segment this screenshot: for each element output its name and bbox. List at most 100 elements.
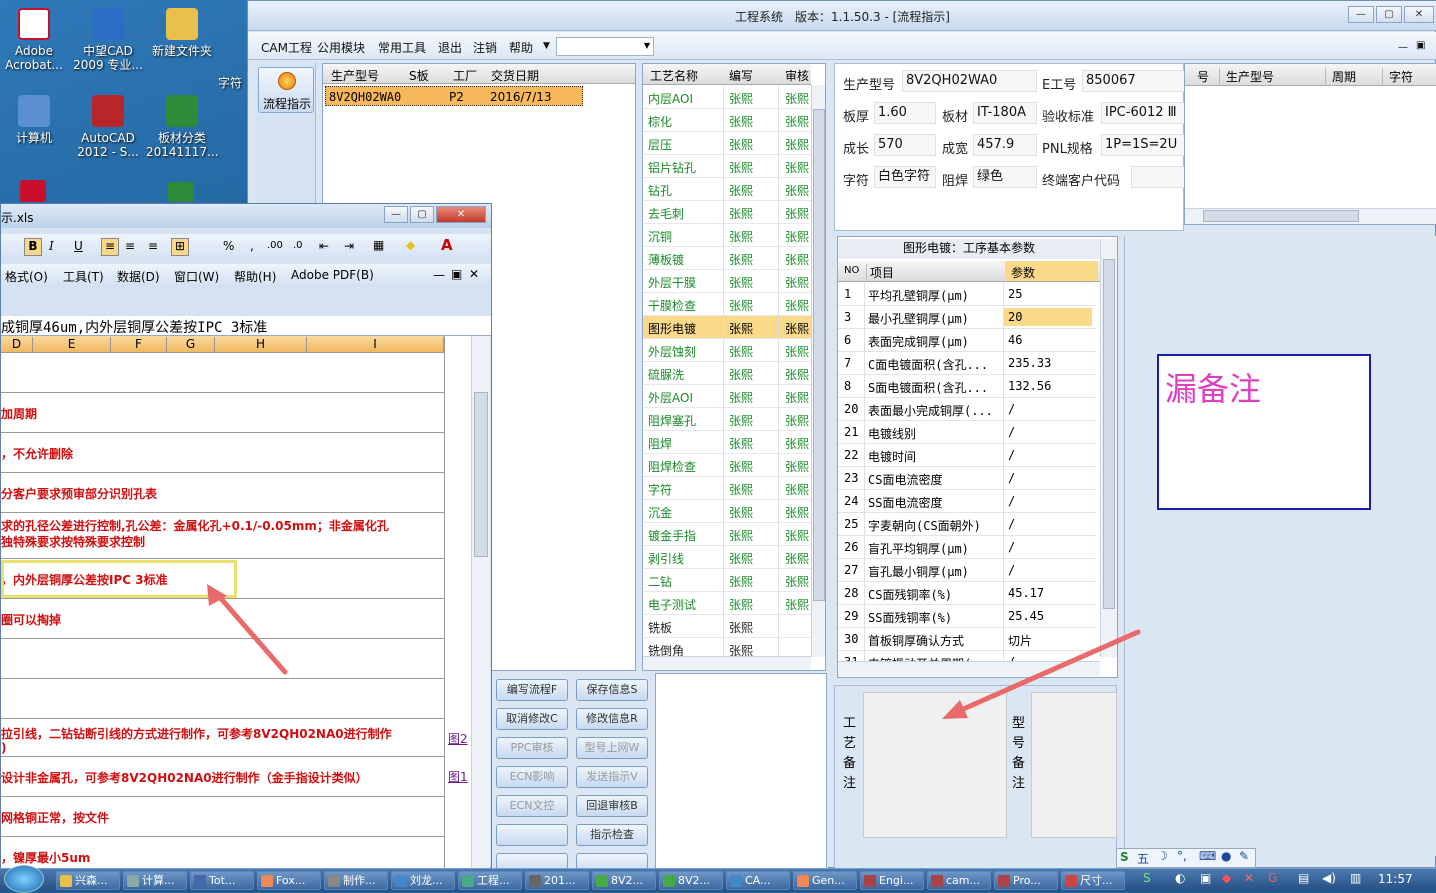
param-row[interactable]: 29 SS面残铜率(%) 25.45 xyxy=(838,605,1096,628)
align-right-button[interactable]: ≡ xyxy=(148,239,158,253)
decrease-indent-button[interactable]: ⇤ xyxy=(319,239,329,253)
process-row[interactable]: 剥引线 张熙 张熙 xyxy=(643,546,811,569)
column-header[interactable]: F xyxy=(111,337,167,353)
underline-button[interactable]: U xyxy=(74,239,83,253)
link-fig1[interactable]: 图1 xyxy=(448,768,468,785)
tray-icon[interactable]: ◐ xyxy=(1175,871,1185,885)
keyboard-icon[interactable]: ⌨ xyxy=(1199,849,1216,863)
excel-scrollbar[interactable] xyxy=(471,336,490,869)
moon-icon[interactable]: ☽ xyxy=(1157,849,1168,863)
process-row[interactable]: 去毛刺 张熙 张熙 xyxy=(643,201,811,224)
scroll-thumb[interactable] xyxy=(1203,210,1359,222)
process-row[interactable]: 外层AOI 张熙 张熙 xyxy=(643,385,811,408)
mdi-restore-button[interactable]: ▣ xyxy=(1416,40,1425,51)
sheet-row[interactable]: 设计非金属孔，可参考8V2QH02NA0进行制作（金手指设计类似） xyxy=(1,757,444,797)
sheet-row[interactable]: 加周期 xyxy=(1,393,444,433)
param-row[interactable]: 6 表面完成铜厚(μm) 46 xyxy=(838,329,1096,352)
param-row[interactable]: 27 盲孔最小铜厚(μm) / xyxy=(838,559,1096,582)
link-fig2[interactable]: 图2 xyxy=(448,730,468,747)
menu-cam[interactable]: CAM工程 xyxy=(261,39,312,56)
col-param[interactable]: 参数 xyxy=(1005,261,1098,281)
network-icon[interactable]: ▤ xyxy=(1298,871,1309,885)
fill-color-button[interactable]: ◆ xyxy=(406,238,415,252)
volume-icon[interactable]: ◀) xyxy=(1322,871,1336,885)
desktop-icon-partial[interactable] xyxy=(20,180,46,202)
user-icon[interactable]: ● xyxy=(1221,849,1231,863)
menu-logout[interactable]: 注销 xyxy=(473,39,497,56)
taskbar-item[interactable]: Gen... xyxy=(793,871,857,890)
process-row[interactable]: 层压 张熙 张熙 xyxy=(643,132,811,155)
font-color-button[interactable]: A xyxy=(441,236,453,254)
param-row[interactable]: 24 SS面电流密度 / xyxy=(838,490,1096,513)
process-row[interactable]: 铝片钻孔 张熙 张熙 xyxy=(643,155,811,178)
params-scrollbar[interactable] xyxy=(1100,239,1117,657)
process-row[interactable]: 内层AOI 张熙 张熙 xyxy=(643,86,811,109)
percent-button[interactable]: % xyxy=(223,239,234,253)
process-hscrollbar[interactable] xyxy=(643,656,811,670)
minimize-button[interactable]: — xyxy=(1348,6,1374,23)
col-factory[interactable]: 工厂 xyxy=(453,67,477,84)
sheet-row[interactable] xyxy=(1,679,444,719)
process-row[interactable]: 硫脲洗 张熙 张熙 xyxy=(643,362,811,385)
excel-menu-help[interactable]: 帮助(H) xyxy=(234,268,276,285)
process-row[interactable]: 字符 张熙 张熙 xyxy=(643,477,811,500)
formula-bar[interactable]: 成铜厚46um,内外层铜厚公差按IPC 3标准 xyxy=(1,316,491,336)
taskbar-item[interactable]: cam... xyxy=(927,871,991,890)
process-scrollbar[interactable] xyxy=(811,85,825,657)
menu-exit[interactable]: 退出 xyxy=(438,39,462,56)
process-row[interactable]: 钻孔 张熙 张熙 xyxy=(643,178,811,201)
taskbar-item[interactable]: Tot... xyxy=(190,871,254,890)
column-header[interactable]: I xyxy=(307,337,444,353)
taskbar-item[interactable]: 刘龙... xyxy=(391,871,455,890)
char-field[interactable]: 白色字符 xyxy=(874,166,936,188)
excel-doc-restore[interactable]: ▣ xyxy=(451,267,462,281)
taskbar-item[interactable]: Fox... xyxy=(257,871,321,890)
column-header[interactable]: H xyxy=(215,337,307,353)
col-model[interactable]: 生产型号 xyxy=(1219,68,1274,85)
nav-flow-button[interactable]: 流程指示 xyxy=(258,67,314,113)
cancel-edit-button[interactable]: 取消修改C xyxy=(496,708,568,730)
process-row[interactable]: 棕化 张熙 张熙 xyxy=(643,109,811,132)
param-row[interactable]: 8 S面电镀面积(含孔... 132.56 xyxy=(838,375,1096,398)
col-model[interactable]: 生产型号 xyxy=(331,67,379,84)
excel-menu-tools[interactable]: 工具(T) xyxy=(63,268,104,285)
toolbar-combobox[interactable]: ▼ xyxy=(556,37,654,56)
desktop-icon-computer[interactable]: 计算机 xyxy=(0,95,70,145)
col-no[interactable]: 号 xyxy=(1197,68,1209,85)
process-row[interactable]: 干膜检查 张熙 张熙 xyxy=(643,293,811,316)
write-flow-button[interactable]: 编写流程F xyxy=(496,679,568,701)
excel-menu-adobe[interactable]: Adobe PDF(B) xyxy=(291,268,374,282)
excel-doc-close[interactable]: ✕ xyxy=(469,267,479,281)
clock[interactable]: 11:57 xyxy=(1378,872,1413,886)
taskbar-item[interactable]: 尺寸... xyxy=(1061,871,1125,890)
increase-decimal-button[interactable]: .00 xyxy=(267,240,283,251)
borders-button[interactable]: ▦ xyxy=(373,238,384,252)
check-instruction-button[interactable]: 指示检查 xyxy=(576,824,648,846)
col-writer[interactable]: 编写 xyxy=(729,67,753,84)
tray-icon[interactable]: ▥ xyxy=(1350,871,1361,885)
excel-menu-window[interactable]: 窗口(W) xyxy=(174,268,219,285)
param-row[interactable]: 28 CS面残铜率(%) 45.17 xyxy=(838,582,1096,605)
thickness-field[interactable]: 1.60 xyxy=(874,102,936,124)
taskbar-item[interactable]: 8V2... xyxy=(659,871,723,890)
process-row[interactable]: 外层干膜 张熙 张熙 xyxy=(643,270,811,293)
bold-button[interactable]: B xyxy=(24,238,42,256)
col-reviewer[interactable]: 审核 xyxy=(785,67,809,84)
taskbar-item[interactable]: CA... xyxy=(726,871,790,890)
taskbar-item[interactable]: 计算... xyxy=(123,871,187,890)
sheet-row[interactable]: 分客户要求预审部分识别孔表 xyxy=(1,473,444,513)
col-no[interactable]: NO xyxy=(844,265,859,276)
italic-button[interactable]: I xyxy=(49,239,54,253)
blank-button[interactable] xyxy=(496,824,568,846)
model-field[interactable]: 8V2QH02WA0 xyxy=(902,70,1037,92)
menu-tools[interactable]: 常用工具 xyxy=(378,39,426,56)
process-row[interactable]: 阻焊 张熙 张熙 xyxy=(643,431,811,454)
pnl-field[interactable]: 1P=1S=2U xyxy=(1101,134,1185,156)
process-row[interactable]: 阻焊塞孔 张熙 张熙 xyxy=(643,408,811,431)
excel-maximize-button[interactable]: ▢ xyxy=(410,206,434,223)
excel-minimize-button[interactable]: — xyxy=(384,206,408,223)
taskbar-item[interactable]: 制作... xyxy=(324,871,388,890)
col-period[interactable]: 周期 xyxy=(1325,68,1356,85)
side-grid-hscrollbar[interactable] xyxy=(1185,208,1436,224)
desktop-icon-folder2[interactable]: 字符 xyxy=(210,8,250,90)
